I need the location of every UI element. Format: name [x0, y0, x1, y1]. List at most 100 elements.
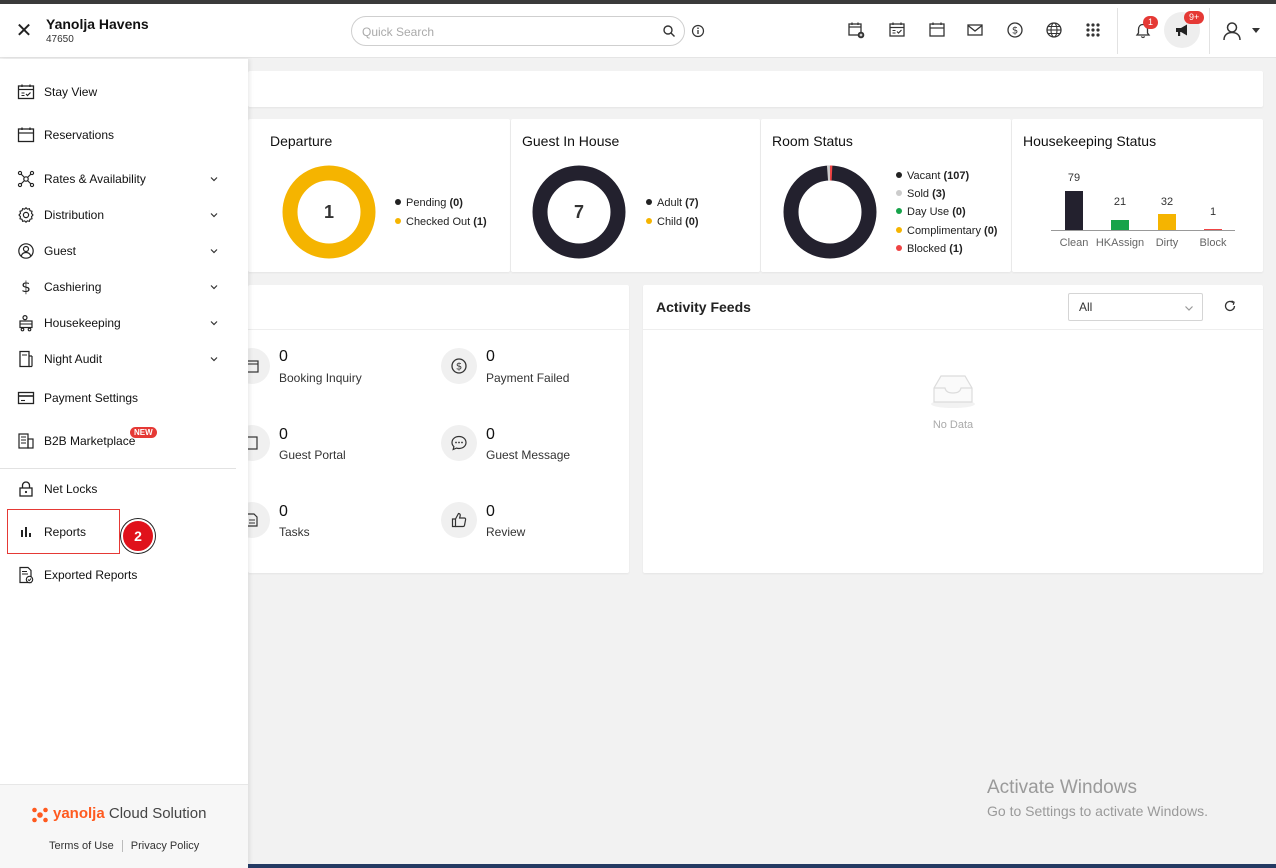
legend-blocked: Blocked (1) — [896, 243, 963, 255]
legend-label: Pending — [406, 197, 447, 209]
sidebar-item-label: Guest — [44, 244, 77, 258]
chat-bubble-icon — [451, 435, 467, 451]
stay-view-calendar-icon[interactable] — [888, 21, 906, 39]
activities-card: 0 Booking Inquiry $ 0 Payment Failed 0 G… — [234, 285, 629, 573]
housekeeping-status-card: Housekeeping Status 79 21 32 1 Clean HKA… — [1012, 119, 1263, 272]
watermark-subtitle: Go to Settings to activate Windows. — [987, 803, 1208, 819]
side-navigation: Stay View Reservations Rates & Availabil… — [0, 59, 248, 868]
guest-in-house-card: Guest In House 7 Adult (7) Child (0) — [511, 119, 760, 272]
sidebar-item-label: Housekeeping — [44, 316, 121, 330]
no-data-text: No Data — [932, 419, 974, 431]
empty-inbox-icon — [931, 375, 975, 408]
quick-search-input[interactable] — [362, 23, 652, 41]
dollar-icon: $ — [21, 278, 31, 296]
legend-vacant: Vacant (107) — [896, 170, 969, 182]
activities-card-divider — [248, 329, 629, 330]
hk-bar-hkassign — [1111, 220, 1129, 230]
close-menu-button[interactable]: ✕ — [14, 21, 34, 41]
payment-failed-icon-wrap: $ — [441, 348, 477, 384]
calendar-icon[interactable] — [928, 21, 946, 39]
sidebar-item-b2b-marketplace[interactable]: B2B Marketplace — [0, 423, 248, 459]
user-menu-caret-icon[interactable] — [1252, 28, 1260, 33]
hk-label-hkassign: HKAssign — [1095, 237, 1145, 249]
sidebar-item-label: Net Locks — [44, 482, 98, 496]
sidebar-item-exported-reports[interactable]: Exported Reports — [0, 557, 248, 593]
sidebar-item-stay-view[interactable]: Stay View — [0, 74, 248, 110]
sidebar-item-label: Night Audit — [44, 352, 103, 366]
legend-dot — [646, 199, 652, 206]
stay-view-calendar-icon — [17, 84, 35, 100]
network-nodes-icon — [17, 170, 35, 188]
legend-label: Vacant — [907, 170, 941, 182]
hk-bar-clean — [1065, 191, 1083, 230]
activate-windows-watermark: Activate Windows Go to Settings to activ… — [987, 777, 1208, 819]
watermark-title: Activate Windows — [987, 777, 1137, 798]
hk-label-block: Block — [1199, 237, 1227, 249]
hk-label-clean: Clean — [1059, 237, 1089, 249]
legend-dot — [646, 218, 652, 225]
quick-search-box[interactable] — [351, 16, 685, 46]
announcement-badge: 9+ — [1184, 11, 1205, 24]
step-number-badge: 2 — [121, 519, 155, 553]
legend-dot — [395, 199, 401, 206]
hotel-name: Yanolja Havens — [46, 16, 149, 32]
calendar-icon — [17, 127, 35, 143]
sidebar-item-label: Exported Reports — [44, 568, 138, 582]
housekeeping-cart-icon — [19, 314, 33, 332]
sidebar-item-payment-settings[interactable]: Payment Settings — [0, 380, 248, 416]
sidebar-item-net-locks[interactable]: Net Locks — [0, 471, 248, 507]
hk-bar-dirty — [1158, 214, 1176, 230]
apps-grid-icon[interactable] — [1084, 21, 1102, 39]
guest-message-icon-wrap — [441, 425, 477, 461]
svg-text:$: $ — [1012, 26, 1018, 37]
notification-badge: 1 — [1143, 16, 1159, 29]
dollar-circle-icon[interactable]: $ — [1006, 21, 1024, 39]
guest-portal-label: Guest Portal — [279, 448, 346, 462]
search-icon[interactable] — [662, 24, 676, 38]
legend-value: (3) — [932, 188, 946, 200]
footer-link-separator — [121, 840, 123, 853]
privacy-policy-link[interactable]: Privacy Policy — [131, 840, 199, 852]
chevron-down-icon — [210, 357, 218, 362]
sidebar-item-night-audit[interactable]: Night Audit — [0, 341, 248, 377]
terms-of-use-link[interactable]: Terms of Use — [49, 840, 114, 852]
globe-icon[interactable] — [1045, 21, 1063, 39]
legend-dot — [896, 208, 902, 215]
taskbar-edge — [248, 864, 1276, 868]
activity-feeds-title: Activity Feeds — [656, 299, 751, 315]
legend-checked-out: Checked Out (1) — [395, 216, 487, 228]
header-separator — [1209, 8, 1210, 54]
legend-dot — [896, 172, 902, 179]
legend-value: (0) — [984, 225, 998, 237]
sidebar-item-rates-availability[interactable]: Rates & Availability — [0, 161, 248, 197]
sidebar-item-housekeeping[interactable]: Housekeeping — [0, 305, 248, 341]
refresh-icon[interactable] — [1223, 299, 1237, 313]
sidebar-item-cashiering[interactable]: $ Cashiering — [0, 269, 248, 305]
brand-suffix: Cloud Solution — [104, 805, 207, 822]
guest-in-house-title: Guest In House — [522, 133, 620, 149]
header-separator — [1117, 8, 1118, 54]
hk-value-hkassign: 21 — [1113, 196, 1127, 208]
booking-inquiry-count: 0 — [279, 348, 288, 365]
add-booking-calendar-icon[interactable] — [847, 21, 865, 39]
legend-child: Child (0) — [646, 216, 699, 228]
chevron-down-icon — [210, 249, 218, 254]
guest-portal-count: 0 — [279, 426, 288, 443]
info-icon[interactable] — [691, 24, 705, 38]
sidebar-item-reservations[interactable]: Reservations — [0, 117, 248, 153]
chevron-down-icon — [210, 213, 218, 218]
sidebar-item-label: Cashiering — [44, 280, 102, 294]
legend-value: (0) — [449, 197, 463, 209]
activity-feeds-filter-select[interactable]: All — [1068, 293, 1203, 321]
sidebar-item-guest[interactable]: Guest — [0, 233, 248, 269]
marketplace-building-icon — [18, 433, 34, 449]
mail-icon[interactable] — [966, 21, 984, 39]
brand-name: yanolja Cloud Solution — [53, 805, 206, 822]
chevron-down-icon — [1185, 306, 1193, 311]
user-avatar-icon[interactable] — [1221, 20, 1243, 42]
legend-sold: Sold (3) — [896, 188, 946, 200]
legend-value: (0) — [952, 206, 966, 218]
activity-feeds-filter-value: All — [1079, 300, 1093, 314]
sidebar-item-distribution[interactable]: Distribution — [0, 197, 248, 233]
legend-value: (1) — [949, 243, 963, 255]
